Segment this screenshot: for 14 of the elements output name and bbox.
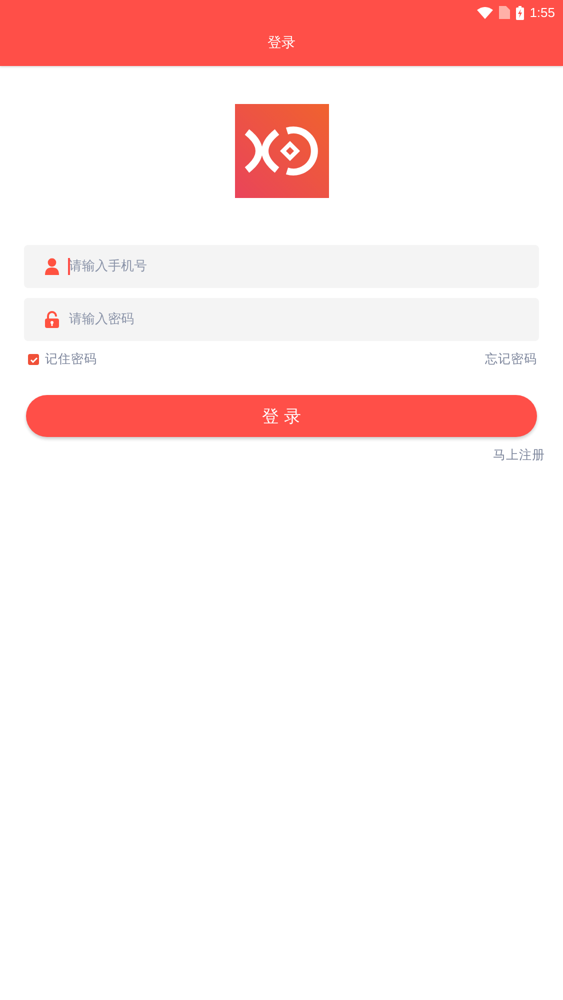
page-title: 登录 — [268, 34, 296, 52]
wifi-icon — [476, 6, 493, 18]
login-button[interactable]: 登 录 — [26, 395, 537, 437]
remember-label: 记住密码 — [45, 351, 97, 368]
no-sim-icon — [498, 6, 510, 19]
status-time: 1:55 — [530, 5, 555, 20]
register-link[interactable]: 马上注册 — [493, 447, 545, 464]
password-field[interactable]: 请输入密码 — [24, 298, 539, 341]
user-icon — [44, 258, 60, 275]
battery-icon — [516, 6, 524, 20]
remember-checkbox[interactable] — [28, 354, 39, 365]
phone-field[interactable]: 请输入手机号 — [24, 245, 539, 288]
forgot-password-link[interactable]: 忘记密码 — [485, 351, 537, 368]
lock-icon — [44, 311, 60, 328]
